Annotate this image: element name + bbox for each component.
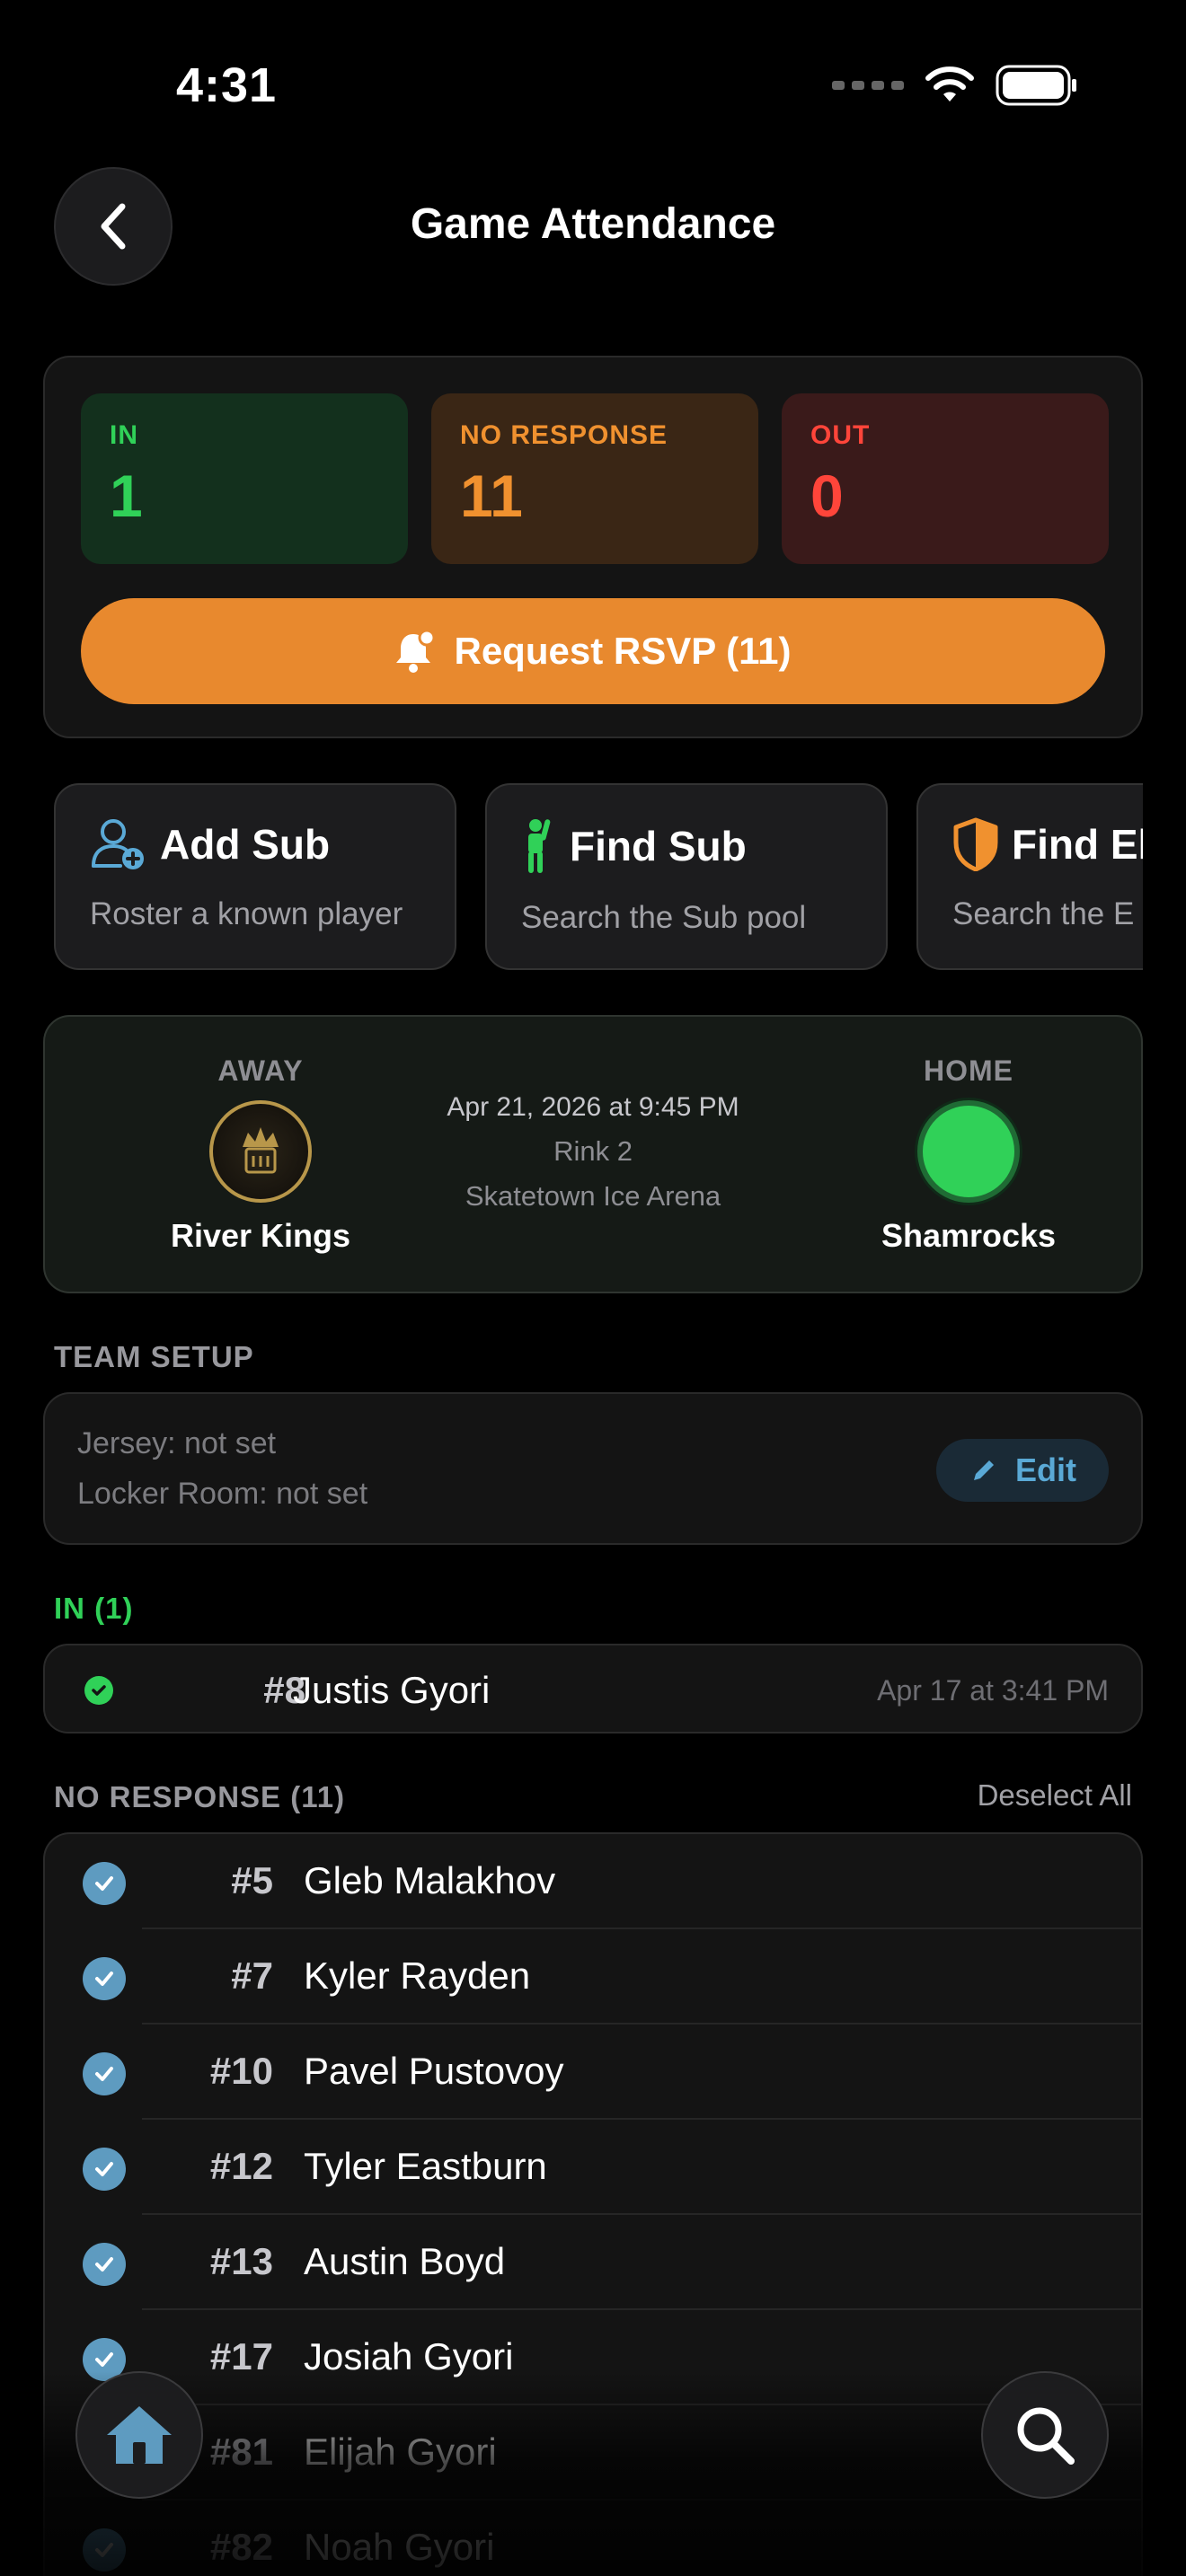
in-count: 1: [110, 463, 143, 529]
find-sub-card[interactable]: Find Sub Search the Sub pool: [485, 783, 888, 970]
player-name: Austin Boyd: [304, 2240, 506, 2282]
player-number: #10: [209, 2050, 273, 2092]
checkmark-circle-icon: [84, 1676, 113, 1705]
game-datetime: Apr 21, 2026 at 9:45 PM: [447, 1092, 739, 1122]
request-rsvp-button[interactable]: Request RSVP (11): [81, 598, 1105, 704]
list-item[interactable]: #17 Josiah Gyori: [45, 2310, 1141, 2405]
checkmark-circle-icon[interactable]: [83, 2243, 126, 2286]
add-sub-title: Add Sub: [160, 821, 331, 868]
player-name: Pavel Pustovoy: [304, 2050, 564, 2092]
list-item[interactable]: #13 Austin Boyd: [45, 2215, 1141, 2310]
person-raising-hand-icon: [528, 819, 551, 873]
status-bar: 4:31: [0, 0, 1186, 162]
game-details-card: AWAY River Kings Apr 21, 2026 at 9:45 PM…: [43, 1015, 1143, 1293]
locker-room-setting: Locker Room: not set: [77, 1477, 368, 1511]
no-response-count-tile[interactable]: NO RESPONSE 11: [431, 393, 758, 564]
checkmark-circle-icon[interactable]: [83, 2052, 126, 2095]
out-count: 0: [810, 463, 844, 529]
player-name: Kyler Rayden: [304, 1954, 531, 1997]
player-name: Tyler Eastburn: [304, 2145, 547, 2187]
player-name: Gleb Malakhov: [304, 1859, 556, 1901]
add-sub-card[interactable]: Add Sub Roster a known player: [54, 783, 456, 970]
player-name: Noah Gyori: [304, 2526, 495, 2568]
page-title: Game Attendance: [410, 200, 776, 248]
player-name: Justis Gyori: [293, 1669, 491, 1711]
list-item[interactable]: #82 Noah Gyori: [45, 2501, 1141, 2576]
player-number: #13: [209, 2240, 273, 2282]
team-setup-label: TEAM SETUP: [54, 1340, 254, 1373]
wifi-icon: [925, 66, 974, 101]
list-item[interactable]: #12 Tyler Eastburn: [45, 2120, 1141, 2215]
game-info: Apr 21, 2026 at 9:45 PM Rink 2 Skatetown…: [386, 1092, 800, 1213]
shield-icon: [953, 817, 998, 871]
player-number: #7: [231, 1954, 273, 1997]
checkmark-circle-icon[interactable]: [83, 2148, 126, 2191]
deselect-all-button[interactable]: Deselect All: [978, 1778, 1132, 1813]
edit-label: Edit: [1015, 1451, 1076, 1488]
home-team: HOME Shamrocks: [825, 1054, 1112, 1255]
checkmark-circle-icon[interactable]: [83, 1957, 126, 2000]
find-sub-subtitle: Search the Sub pool: [521, 900, 807, 935]
player-name: Josiah Gyori: [304, 2335, 514, 2378]
in-player-row[interactable]: #8 Justis Gyori Apr 17 at 3:41 PM: [43, 1644, 1143, 1734]
pencil-icon: [974, 1460, 994, 1480]
add-person-icon: [92, 819, 144, 869]
list-item[interactable]: #81 Elijah Gyori: [45, 2405, 1141, 2501]
list-item[interactable]: #7 Kyler Rayden: [45, 1929, 1141, 2025]
edit-setup-button[interactable]: Edit: [936, 1439, 1109, 1502]
game-arena: Skatetown Ice Arena: [465, 1180, 721, 1212]
in-section-label: IN (1): [54, 1592, 134, 1625]
find-elite-card[interactable]: Find El Search the E: [916, 783, 1143, 970]
away-team: AWAY River Kings: [117, 1054, 404, 1255]
home-team-name: Shamrocks: [881, 1217, 1057, 1254]
list-item[interactable]: #10 Pavel Pustovoy: [45, 2025, 1141, 2120]
out-label: OUT: [810, 420, 871, 450]
away-team-logo: [209, 1100, 312, 1203]
status-time: 4:31: [176, 58, 278, 112]
checkmark-circle-icon[interactable]: [83, 1862, 126, 1905]
game-rink: Rink 2: [553, 1135, 633, 1167]
player-number: #12: [209, 2145, 273, 2187]
in-count-tile[interactable]: IN 1: [81, 393, 408, 564]
jersey-setting: Jersey: not set: [77, 1426, 277, 1460]
navigation-bar: Game Attendance: [0, 167, 1186, 286]
player-number: #8: [263, 1669, 305, 1711]
search-button[interactable]: [981, 2371, 1109, 2499]
request-rsvp-label: Request RSVP (11): [454, 630, 792, 672]
no-response-list: #5 Gleb Malakhov #7 Kyler Rayden #10 Pav…: [43, 1832, 1143, 2576]
away-label: AWAY: [217, 1054, 304, 1087]
player-number: #82: [209, 2526, 273, 2568]
cellular-signal-icon: [832, 81, 904, 90]
no-response-label: NO RESPONSE: [460, 420, 668, 450]
rsvp-timestamp: Apr 17 at 3:41 PM: [877, 1674, 1109, 1707]
home-team-logo: [917, 1100, 1020, 1203]
list-item[interactable]: #5 Gleb Malakhov: [45, 1834, 1141, 1929]
home-button[interactable]: [75, 2371, 203, 2499]
no-response-count: 11: [460, 463, 523, 529]
bell-badge-icon: [396, 629, 436, 673]
battery-icon: [996, 65, 1076, 106]
checkmark-circle-icon[interactable]: [83, 2528, 126, 2572]
in-label: IN: [110, 420, 138, 450]
sub-actions-row[interactable]: Add Sub Roster a known player Find Sub S…: [54, 783, 1143, 972]
home-label: HOME: [924, 1054, 1013, 1087]
player-number: #5: [231, 1859, 273, 1901]
away-team-name: River Kings: [170, 1217, 351, 1254]
player-name: Elijah Gyori: [304, 2430, 497, 2473]
out-count-tile[interactable]: OUT 0: [782, 393, 1109, 564]
find-sub-title: Find Sub: [570, 823, 747, 869]
status-icons: [832, 65, 1078, 106]
player-number: #17: [209, 2335, 273, 2378]
find-elite-title: Find El: [1012, 821, 1143, 868]
crown-icon: [243, 1127, 279, 1174]
attendance-summary-card: IN 1 NO RESPONSE 11 OUT 0 Request RSVP (…: [43, 356, 1143, 738]
team-setup-card: Jersey: not set Locker Room: not set Edi…: [43, 1392, 1143, 1545]
search-icon: [1017, 2407, 1075, 2465]
no-response-section-label: NO RESPONSE (11): [54, 1780, 346, 1813]
house-icon: [107, 2406, 172, 2464]
find-elite-subtitle: Search the E: [952, 896, 1135, 931]
add-sub-subtitle: Roster a known player: [90, 896, 403, 931]
